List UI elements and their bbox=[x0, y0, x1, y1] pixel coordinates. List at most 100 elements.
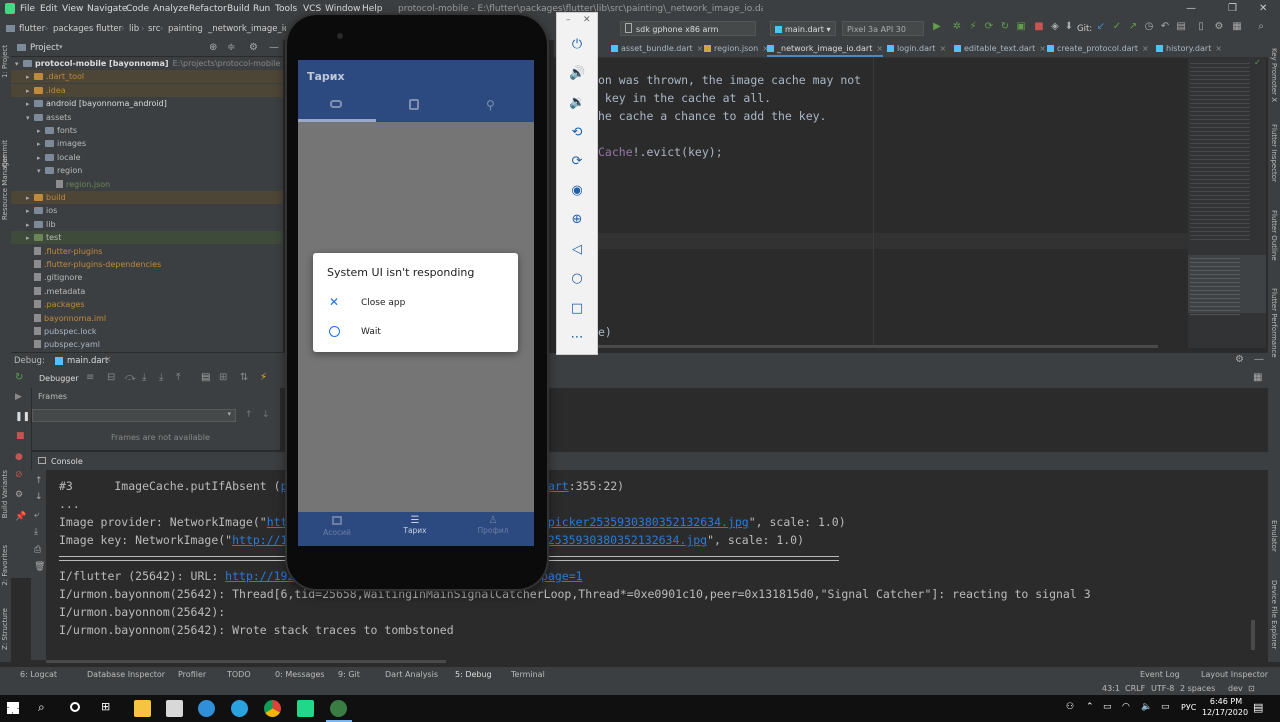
close-tab-icon[interactable]: × bbox=[1039, 44, 1046, 53]
tool-project[interactable]: 1: Project bbox=[1, 45, 9, 78]
debug-tab-main[interactable]: main.dart bbox=[67, 356, 108, 366]
notification-icon[interactable]: ▤ bbox=[1253, 701, 1263, 714]
windows-start-icon[interactable] bbox=[7, 702, 19, 714]
chevron-right-icon[interactable]: ▸ bbox=[37, 152, 45, 165]
chevron-right-icon[interactable]: ▸ bbox=[26, 71, 34, 84]
terminal-tab[interactable]: Terminal bbox=[511, 670, 545, 679]
git-update-icon[interactable]: ↙ bbox=[1096, 22, 1106, 32]
run-config-selector[interactable]: main.dart ▾ bbox=[770, 21, 836, 36]
editor-tab[interactable]: region.json × bbox=[704, 40, 769, 57]
console-tab[interactable]: Console bbox=[51, 457, 83, 466]
breadcrumb-packages[interactable]: packages bbox=[53, 24, 93, 34]
soft-wrap-icon[interactable]: ⤶ bbox=[34, 510, 39, 520]
editor-tab[interactable]: history.dart × bbox=[1156, 40, 1222, 57]
vertical-scrollbar[interactable] bbox=[1251, 620, 1255, 650]
collapse-all-icon[interactable]: ≑ bbox=[227, 42, 235, 53]
history-icon[interactable]: ◷ bbox=[1144, 22, 1154, 32]
chevron-down-icon[interactable]: ▾ bbox=[15, 58, 23, 71]
rotate-right-icon[interactable]: ⟳ bbox=[569, 154, 585, 170]
car-icon[interactable] bbox=[330, 100, 342, 108]
step-over-icon[interactable]: ⤼ bbox=[125, 372, 136, 383]
tool-build-variants[interactable]: Build Variants bbox=[1, 470, 9, 518]
tree-item[interactable]: ▾ region bbox=[11, 164, 283, 177]
tool-favorites[interactable]: 2: Favorites bbox=[1, 545, 9, 586]
tool-flutter-inspector[interactable]: Flutter Inspector bbox=[1270, 124, 1278, 182]
locate-icon[interactable]: ⊕ bbox=[209, 42, 217, 53]
search-icon[interactable]: ⌕ bbox=[1256, 22, 1266, 32]
input-language[interactable]: РУС bbox=[1181, 703, 1196, 712]
hide-panel-icon[interactable]: — bbox=[269, 42, 279, 53]
pin-icon[interactable]: 📌 bbox=[15, 512, 26, 522]
show-exec-point-icon[interactable]: ⊟ bbox=[107, 372, 115, 383]
project-view-selector[interactable]: Project bbox=[30, 43, 59, 53]
tree-item[interactable]: ▸ locale bbox=[11, 151, 283, 164]
trash-icon[interactable]: 🗑 bbox=[34, 562, 45, 572]
tool-flutter-outline[interactable]: Flutter Outline bbox=[1270, 210, 1278, 261]
stop-icon[interactable]: ■ bbox=[16, 431, 25, 441]
close-tab-icon[interactable]: × bbox=[1142, 44, 1149, 53]
step-into-icon[interactable]: ⤓ bbox=[142, 372, 146, 383]
tool-device-file-explorer[interactable]: Device File Explorer bbox=[1270, 580, 1278, 649]
tray-chevron-icon[interactable]: ⌃ bbox=[1086, 702, 1094, 712]
devtools-icon[interactable]: ◈ bbox=[1050, 22, 1060, 32]
resume-icon[interactable]: ▶ bbox=[15, 392, 22, 402]
coverage-icon[interactable]: ▣ bbox=[1016, 22, 1026, 32]
lightning-icon[interactable]: ⚡ bbox=[260, 372, 267, 383]
tree-item[interactable]: pubspec.yaml bbox=[11, 338, 283, 351]
jetbrains-icon[interactable] bbox=[297, 700, 314, 717]
tool-flutter-performance[interactable]: Flutter Performance bbox=[1270, 288, 1278, 358]
tool-emulator[interactable]: Emulator bbox=[1270, 520, 1278, 552]
widgets-icon[interactable]: ⊞ bbox=[101, 700, 110, 713]
avd-manager-icon[interactable]: ▯ bbox=[1196, 22, 1206, 32]
evaluate-icon[interactable]: ⊞ bbox=[219, 372, 227, 383]
chevron-down-icon[interactable]: ▾ bbox=[26, 112, 34, 125]
tree-item[interactable]: ▾ protocol-mobile [bayonnoma] E:\projects\… bbox=[11, 57, 283, 70]
settings-icon[interactable]: ⚙ bbox=[15, 490, 23, 500]
wait-option[interactable]: Wait bbox=[313, 321, 518, 345]
step-out-icon[interactable]: ⤒ bbox=[176, 372, 180, 383]
dart-analysis-tab[interactable]: Dart Analysis bbox=[385, 670, 438, 679]
horizontal-scrollbar[interactable] bbox=[598, 345, 1158, 348]
menu-navigate[interactable]: Navigate bbox=[87, 4, 127, 14]
clock-time[interactable]: 6:46 PM bbox=[1206, 697, 1246, 706]
close-tab-icon[interactable]: × bbox=[697, 44, 704, 53]
emulator-close-button[interactable]: ✕ bbox=[583, 15, 591, 25]
train-icon[interactable] bbox=[409, 99, 419, 110]
menu-analyze[interactable]: Analyze bbox=[153, 4, 188, 14]
chevron-right-icon[interactable]: ▸ bbox=[26, 205, 34, 218]
restore-button[interactable]: ❐ bbox=[1228, 3, 1237, 14]
git-push-icon[interactable]: ↗ bbox=[1128, 22, 1138, 32]
indent-setting[interactable]: 2 spaces bbox=[1180, 684, 1215, 693]
chrome-icon[interactable] bbox=[264, 700, 281, 717]
up-arrow-icon[interactable]: ↑ bbox=[35, 476, 43, 486]
restore-layout-icon[interactable]: ▦ bbox=[1253, 372, 1262, 383]
emulator-minimize-button[interactable]: – bbox=[566, 15, 571, 25]
chevron-right-icon[interactable]: ▸ bbox=[26, 232, 34, 245]
menu-view[interactable]: View bbox=[62, 4, 83, 14]
menu-window[interactable]: Window bbox=[325, 4, 361, 14]
layout-icon[interactable]: ≡ bbox=[86, 372, 94, 383]
tree-item[interactable]: ▸ test bbox=[11, 231, 283, 245]
volume-up-icon[interactable]: 🔊 bbox=[569, 66, 585, 82]
view-breakpoints-icon[interactable]: ● bbox=[15, 452, 23, 462]
battery-icon[interactable]: ▭ bbox=[1161, 702, 1170, 712]
gear-icon[interactable]: ⚙ bbox=[249, 42, 258, 53]
chevron-right-icon[interactable]: ▸ bbox=[26, 98, 34, 111]
overview-icon[interactable]: □ bbox=[569, 301, 585, 317]
hot-restart-icon[interactable]: ↻ bbox=[1000, 22, 1010, 32]
line-separator[interactable]: CRLF bbox=[1125, 684, 1145, 693]
telegram-icon[interactable] bbox=[231, 700, 248, 717]
store-icon[interactable] bbox=[166, 700, 183, 717]
minimize-button[interactable]: — bbox=[1186, 3, 1196, 14]
pause-icon[interactable]: ❚❚ bbox=[15, 412, 30, 422]
todo-tab[interactable]: TODO bbox=[227, 670, 251, 679]
database-inspector-tab[interactable]: Database Inspector bbox=[87, 670, 165, 679]
edge-icon[interactable] bbox=[198, 700, 215, 717]
editor-tab[interactable]: create_protocol.dart × bbox=[1047, 40, 1149, 57]
back-icon[interactable]: ◁ bbox=[569, 242, 585, 258]
force-step-into-icon[interactable]: ⤓ bbox=[159, 372, 163, 383]
down-arrow-icon[interactable]: ↓ bbox=[262, 410, 270, 420]
close-tab-icon[interactable]: × bbox=[876, 44, 883, 53]
volume-down-icon[interactable]: 🔉 bbox=[569, 95, 585, 111]
code-editor[interactable]: on was thrown, the image cache may not k… bbox=[598, 58, 1188, 348]
